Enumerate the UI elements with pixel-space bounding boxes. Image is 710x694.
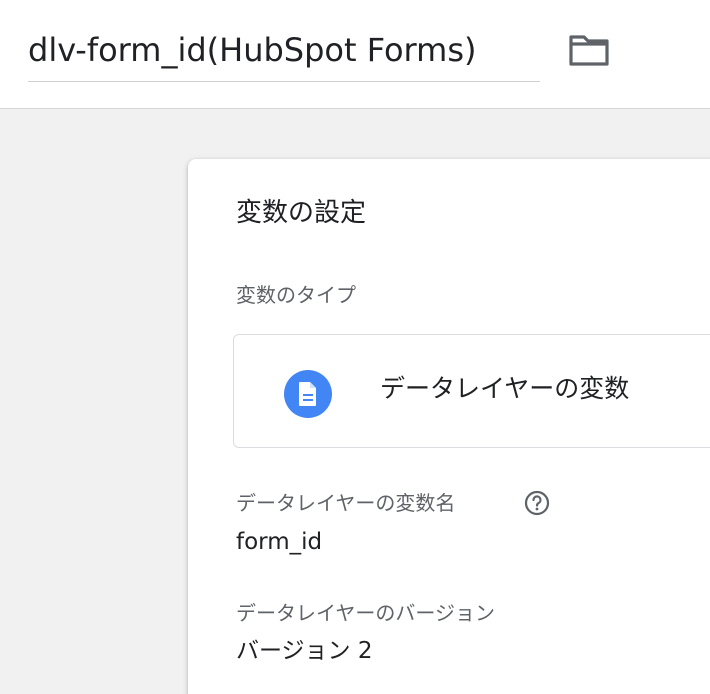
- version-value: バージョン 2: [236, 638, 373, 664]
- page: dlv-form_id(HubSpot Forms) 変数の設定 変数のタイプ …: [0, 0, 710, 694]
- variable-name-input[interactable]: dlv-form_id(HubSpot Forms): [28, 26, 540, 82]
- var-name-label: データレイヤーの変数名: [236, 491, 456, 515]
- variable-type-name: データレイヤーの変数: [380, 374, 630, 403]
- var-name-value: form_id: [236, 529, 323, 555]
- version-label: データレイヤーのバージョン: [236, 601, 495, 625]
- variable-type-selector[interactable]: データレイヤーの変数: [233, 334, 710, 448]
- header-bar: dlv-form_id(HubSpot Forms): [0, 0, 710, 109]
- variable-type-label: 変数のタイプ: [236, 283, 356, 307]
- variable-config-card: 変数の設定 変数のタイプ データレイヤーの変数 データレイヤーの変数名 form…: [188, 159, 710, 694]
- document-icon: [284, 370, 332, 418]
- folder-icon[interactable]: [566, 30, 612, 70]
- help-circle-icon[interactable]: [524, 490, 550, 516]
- variable-name-text: dlv-form_id(HubSpot Forms): [28, 31, 477, 69]
- card-title: 変数の設定: [236, 198, 367, 228]
